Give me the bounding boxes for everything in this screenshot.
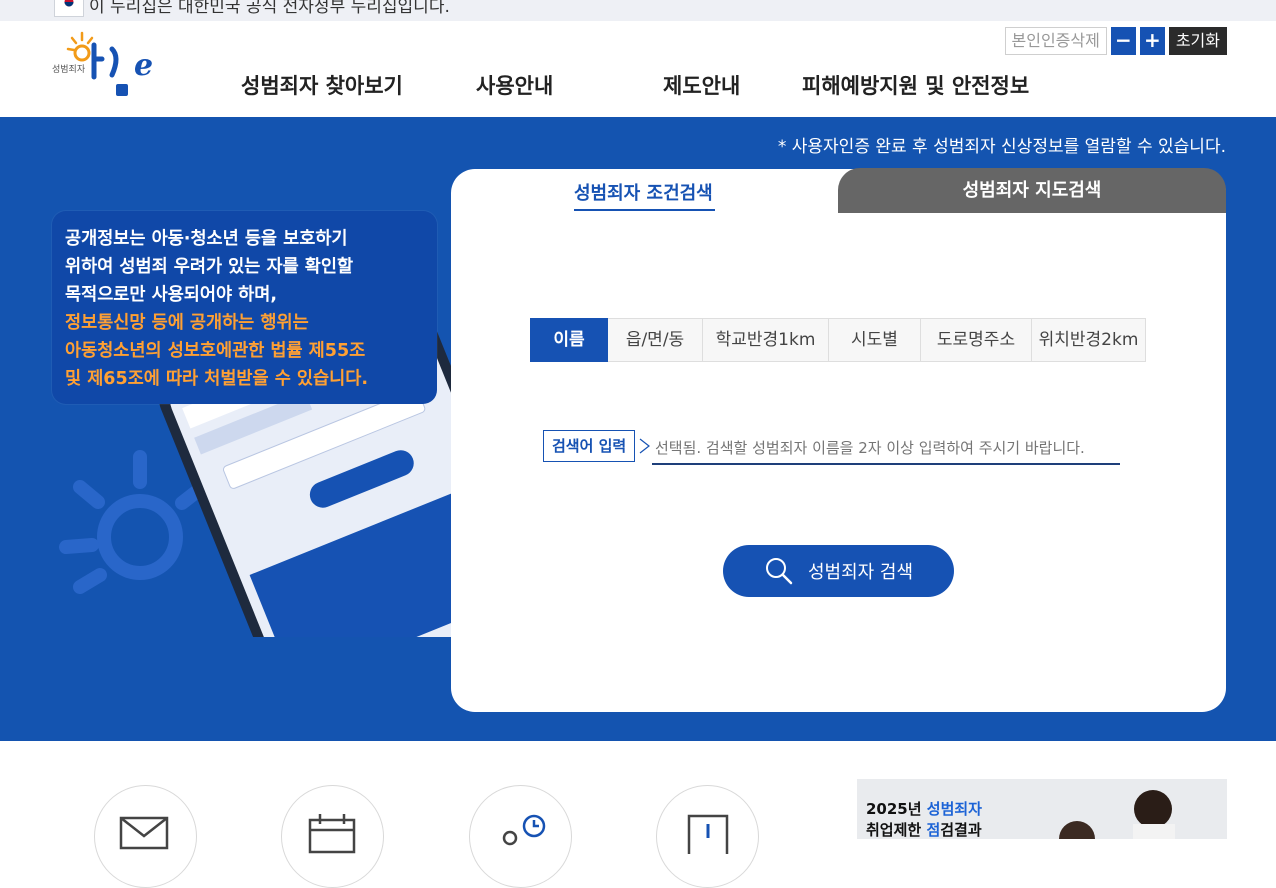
banner-highlight-1: 성범죄자 (926, 800, 982, 818)
inspection-result-banner[interactable]: 2025년 성범죄자 취업제한 점검결과 (857, 779, 1227, 839)
zoom-out-button[interactable]: − (1110, 27, 1136, 55)
banner-year-text: 2025년 (866, 800, 927, 818)
tab-map-search[interactable]: 성범죄자 지도검색 (838, 168, 1226, 213)
keyword-input[interactable] (652, 432, 1120, 465)
clock-icon (502, 814, 546, 846)
zoom-reset-button[interactable]: 초기화 (1168, 27, 1227, 55)
search-button-label: 성범죄자 검색 (807, 562, 914, 583)
nav-user-guide[interactable]: 사용안내 (476, 70, 553, 100)
search-type-tabs: 이름 읍/면/동 학교반경1km 시도별 도로명주소 위치반경2km (530, 318, 1146, 362)
alert-icon (687, 814, 729, 854)
gov-banner: 이 누리집은 대한민국 공식 전자정부 누리집입니다. (0, 0, 1276, 21)
quick-link-notice[interactable] (656, 785, 759, 888)
subtab-location-radius[interactable]: 위치반경2km (1032, 318, 1146, 362)
subtab-town[interactable]: 읍/면/동 (608, 318, 703, 362)
banner-line2-b: 검결과 (940, 821, 982, 839)
mail-icon (119, 816, 169, 850)
warning-line-2: 위하여 성범죄 우려가 있는 자를 확인할 (65, 257, 354, 277)
privacy-warning-box: 공개정보는 아동·청소년 등을 보호하기 위하여 성범죄 우려가 있는 자를 확… (52, 211, 437, 404)
svg-text:e: e (134, 48, 153, 83)
subtab-name[interactable]: 이름 (530, 318, 608, 362)
reset-certification-button[interactable]: 본인인증삭제 (1004, 27, 1107, 55)
tab-condition-search[interactable]: 성범죄자 조건검색 (574, 179, 713, 205)
nav-system-guide[interactable]: 제도안내 (663, 70, 740, 100)
chevron-right-icon (639, 438, 650, 454)
korea-flag-icon (54, 0, 84, 17)
keyword-label: 검색어 입력 (543, 430, 636, 462)
banner-line2-a: 취업제한 (866, 821, 927, 839)
gov-banner-text: 이 누리집은 대한민국 공식 전자정부 누리집입니다. (89, 0, 450, 17)
subtab-school-radius[interactable]: 학교반경1km (703, 318, 829, 362)
zoom-in-button[interactable]: + (1139, 27, 1165, 55)
site-header: 성범죄자 e 성범죄자 찾아보기 사용안내 제도안내 피해예방지원 및 안전정보… (0, 21, 1276, 117)
nav-offender-search[interactable]: 성범죄자 찾아보기 (241, 70, 403, 100)
quick-link-calendar[interactable] (281, 785, 384, 888)
nav-victim-support[interactable]: 피해예방지원 및 안전정보 (802, 70, 1029, 100)
auth-notice: * 사용자인증 완료 후 성범죄자 신상정보를 열람할 수 있습니다. (777, 137, 1226, 157)
warning-line-1: 공개정보는 아동·청소년 등을 보호하기 (65, 229, 348, 249)
warning-line-4: 정보통신망 등에 공개하는 행위는 (65, 313, 309, 333)
logo-small-text: 성범죄자 (52, 65, 86, 75)
warning-line-6: 및 제65조에 따라 처벌받을 수 있습니다. (65, 369, 368, 389)
banner-line-1: 2025년 성범죄자 (866, 798, 982, 819)
warning-line-3: 목적으로만 사용되어야 하며, (65, 285, 278, 305)
warning-line-5: 아동청소년의 성보호에관한 법률 제55조 (65, 341, 366, 361)
banner-line-2: 취업제한 점검결과 (866, 819, 982, 839)
search-icon (765, 558, 793, 585)
site-logo[interactable]: 성범죄자 e (52, 29, 162, 107)
active-tab-underline (574, 209, 715, 211)
subtab-province[interactable]: 시도별 (829, 318, 921, 362)
calendar-icon (308, 814, 356, 854)
quick-link-mail[interactable] (94, 785, 197, 888)
banner-highlight-2: 점 (926, 821, 941, 839)
utility-bar: 본인인증삭제 − + 초기화 (1004, 27, 1227, 55)
offender-search-button[interactable]: 성범죄자 검색 (723, 545, 954, 597)
quick-link-time[interactable] (469, 785, 572, 888)
subtab-road-address[interactable]: 도로명주소 (921, 318, 1032, 362)
